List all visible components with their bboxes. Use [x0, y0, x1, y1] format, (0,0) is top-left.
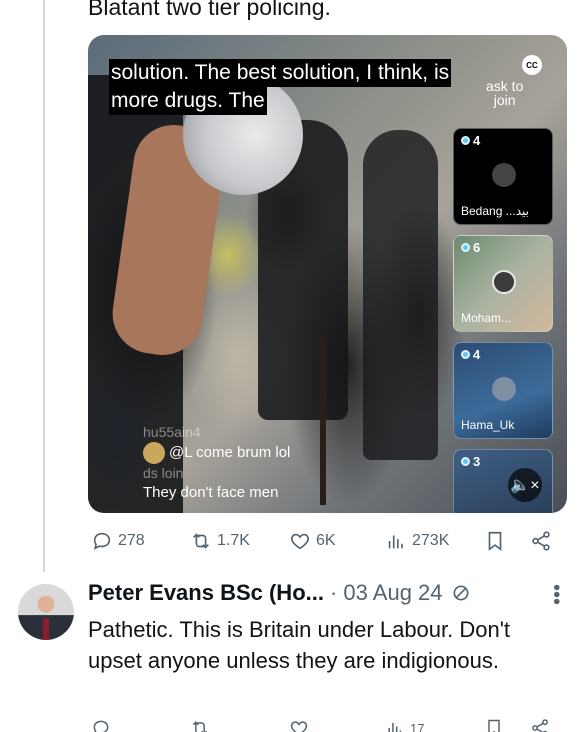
thread-line [43, 0, 45, 572]
no-symbol-icon [453, 585, 469, 601]
live-tile: 4 Bedang ...بيد [453, 128, 553, 225]
video-figure [320, 335, 326, 505]
views-icon [388, 723, 402, 732]
reply-text: Pathetic. This is Britain under Labour. … [88, 617, 511, 673]
post-text: Blatant two tier policing. [88, 0, 331, 20]
comment-user: ds loin [143, 465, 184, 481]
avatar-detail [43, 618, 49, 640]
reply-icon [93, 720, 109, 732]
video-caption: solution. The best solution, I think, is… [109, 59, 452, 115]
tile-name: Hama_Uk [461, 418, 515, 432]
viewer-count: 6 [461, 240, 480, 255]
comment-text: @L come brum lol [143, 442, 290, 464]
viewer-count: 3 [461, 454, 480, 469]
share-button[interactable] [530, 530, 552, 552]
heart-icon [290, 721, 308, 732]
tile-name: Moham... [461, 311, 512, 325]
live-comments: hu55ain4 @L come brum lol ds loin They d… [143, 423, 290, 502]
share-icon [532, 531, 550, 551]
avatar[interactable] [18, 584, 74, 640]
heart-icon [291, 533, 309, 550]
reply-button[interactable] [91, 718, 111, 732]
tile-avatar [492, 270, 516, 294]
views-count: 273K [412, 532, 450, 549]
post-date[interactable]: · 03 Aug 24 [330, 580, 443, 606]
live-dot-icon [461, 243, 470, 252]
views-icon [388, 535, 403, 549]
reply-icon [93, 532, 111, 550]
views-count: 17 [410, 720, 425, 732]
bookmark-button[interactable] [484, 530, 506, 552]
like-button[interactable] [289, 718, 309, 732]
views-button[interactable]: 273K [385, 530, 449, 552]
live-dot-icon [461, 350, 470, 359]
viewer-count: 4 [461, 347, 480, 362]
post-actions: 278 1.7K 6K 273K [88, 530, 558, 556]
repost-button[interactable]: 1.7K [190, 530, 250, 552]
comment-avatar [143, 442, 165, 464]
repost-button[interactable] [190, 718, 210, 732]
tile-name: Bedang ...بيد [461, 204, 529, 218]
caption-line-2: more drugs. The [109, 87, 267, 115]
video-player[interactable]: solution. The best solution, I think, is… [88, 35, 567, 513]
cc-icon[interactable]: CC [522, 55, 542, 75]
bookmark-icon [488, 531, 502, 551]
views-button[interactable]: 17 [385, 718, 424, 732]
video-figure [363, 130, 438, 460]
author-name[interactable]: Peter Evans BSc (Ho... [88, 580, 324, 606]
repost-count: 1.7K [217, 532, 250, 549]
bookmark-button[interactable] [484, 718, 504, 732]
tile-avatar [492, 163, 516, 187]
live-dot-icon [461, 457, 470, 466]
live-dot-icon [461, 136, 470, 145]
reply-button[interactable]: 278 [91, 530, 145, 552]
repost-icon [192, 721, 208, 732]
share-button[interactable] [530, 718, 550, 732]
caption-line-1: solution. The best solution, I think, is [109, 59, 452, 87]
viewer-count: 4 [461, 133, 480, 148]
share-icon [532, 719, 548, 732]
ask-to-join-label: ask to join [486, 78, 524, 108]
live-guest-tiles: 4 Bedang ...بيد 6 Moham... 4 Hama_Uk 3 [453, 128, 553, 513]
mute-icon[interactable]: 🔈× [508, 468, 542, 502]
more-options-icon[interactable]: ••• [545, 584, 567, 605]
tile-avatar [492, 377, 516, 401]
reply-actions: 17 [88, 718, 558, 732]
live-tile: 6 Moham... [453, 235, 553, 332]
bookmark-icon [488, 719, 500, 732]
live-tile: 4 Hama_Uk [453, 342, 553, 439]
reply-header: Peter Evans BSc (Ho... · 03 Aug 24 [88, 580, 471, 606]
like-button[interactable]: 6K [289, 530, 336, 552]
like-count: 6K [316, 532, 336, 549]
comment-user: hu55ain4 [143, 424, 201, 440]
repost-icon [193, 533, 209, 549]
reply-count: 278 [118, 532, 145, 549]
comment-text: They don't face men [143, 484, 279, 501]
